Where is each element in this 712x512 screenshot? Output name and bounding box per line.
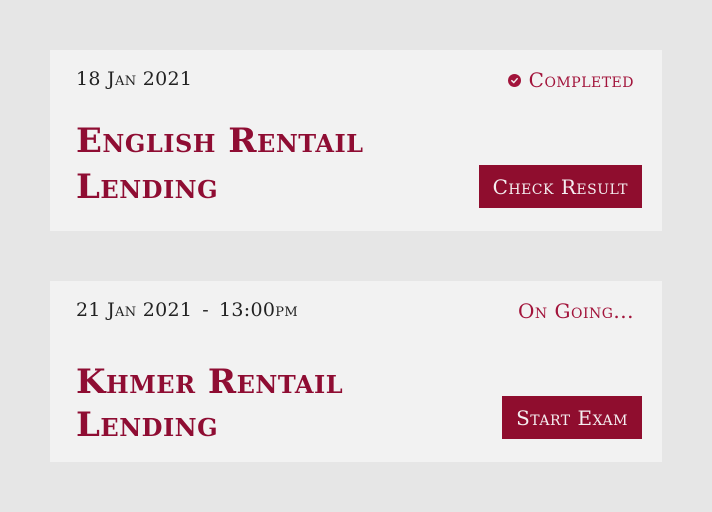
exam-title: English Rentail Lending: [76, 121, 364, 207]
start-exam-button[interactable]: Start Exam: [502, 396, 642, 439]
exam-date-text: 21 Jan 2021: [76, 299, 193, 321]
status-label: Completed: [528, 68, 634, 92]
status-completed: Completed: [507, 68, 634, 92]
exam-card: 18 Jan 2021 Completed English Rentail Le…: [50, 50, 662, 231]
exam-date: 18 Jan 2021: [76, 68, 192, 90]
check-result-button[interactable]: Check Result: [478, 165, 642, 208]
exam-card: 21 Jan 2021-13:00pm On Going... Khmer Re…: [50, 281, 662, 462]
status-label: On Going...: [518, 299, 634, 323]
exam-time-text: 13:00pm: [219, 299, 298, 321]
check-circle-icon: [507, 73, 521, 87]
exam-date-text: 18 Jan 2021: [76, 68, 193, 90]
exam-date: 21 Jan 2021-13:00pm: [76, 299, 298, 321]
status-ongoing: On Going...: [518, 299, 634, 323]
date-time-separator: -: [202, 299, 210, 321]
exam-title: Khmer Rentail Lending: [76, 362, 344, 445]
